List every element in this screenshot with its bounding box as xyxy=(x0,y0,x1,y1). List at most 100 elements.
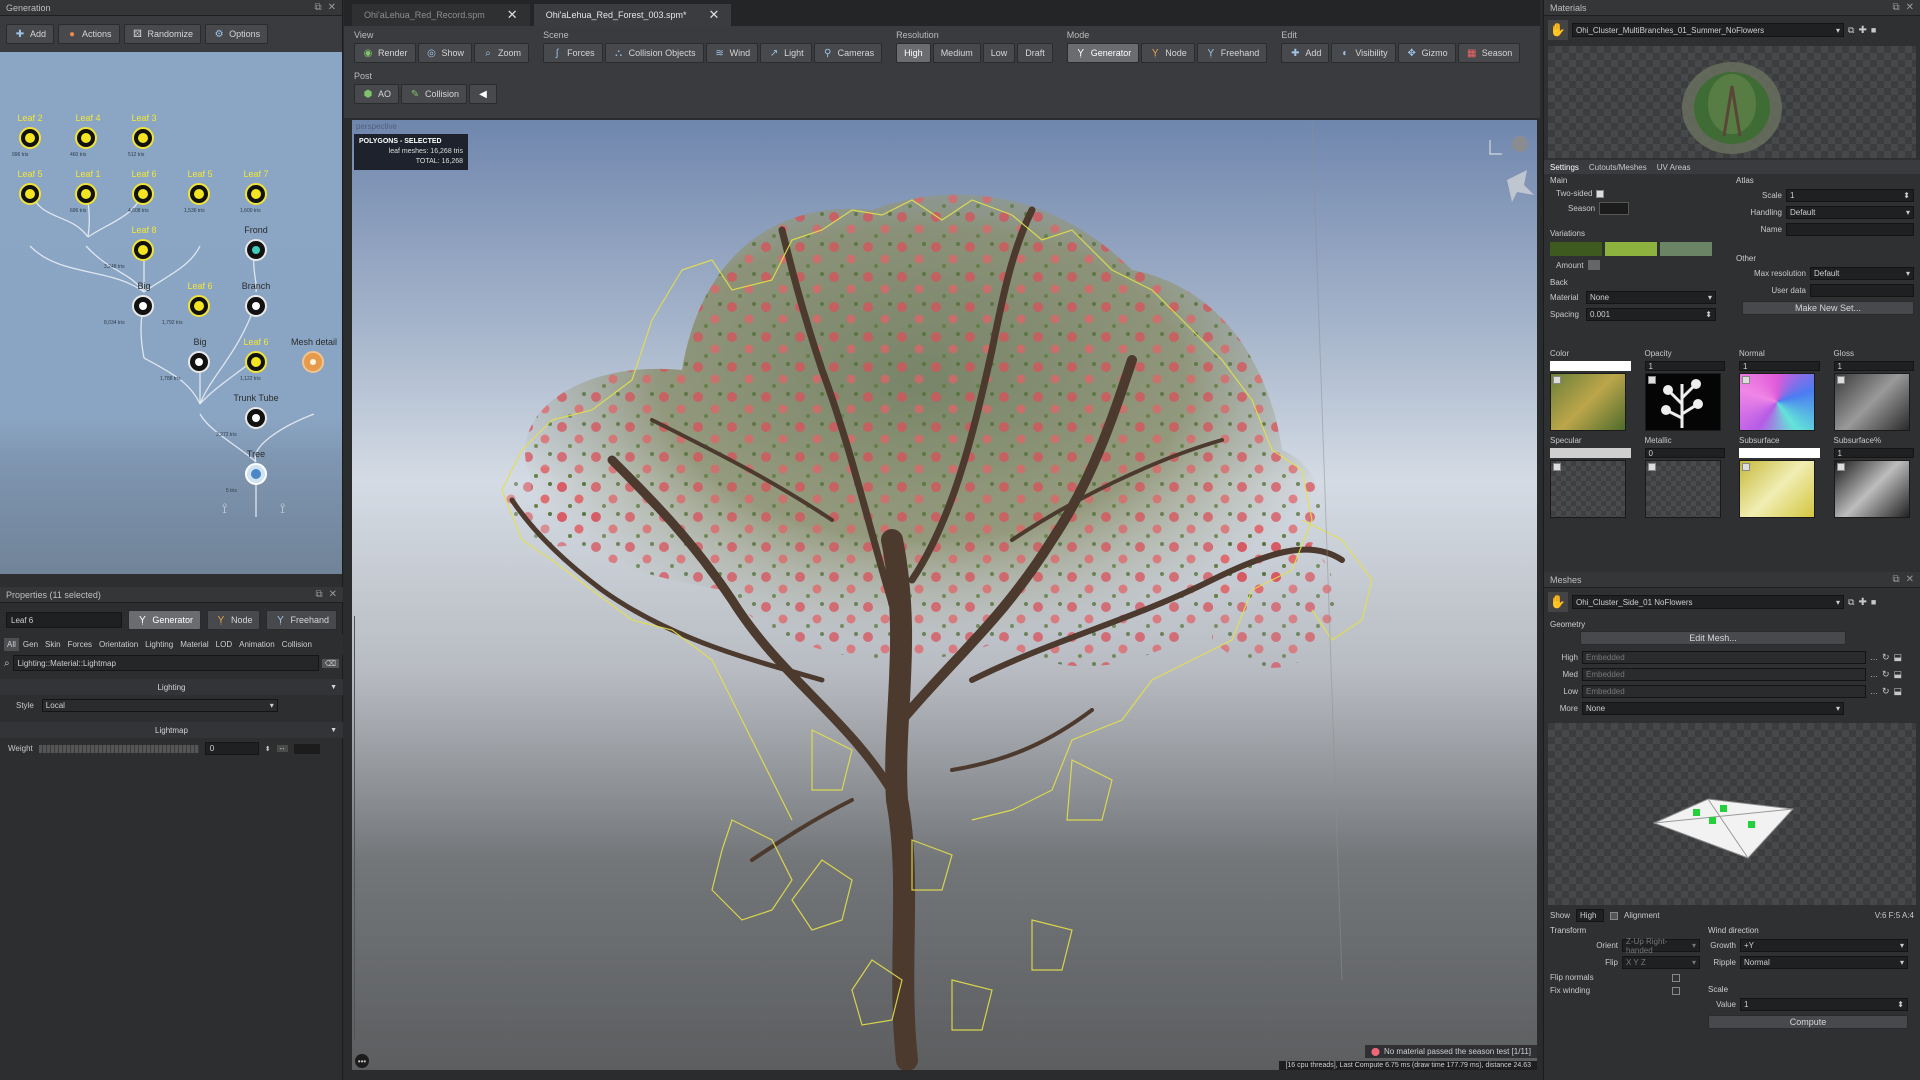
opacity-map-texture[interactable] xyxy=(1644,373,1721,431)
float-icon[interactable]: ⧉ xyxy=(315,589,322,600)
show-select[interactable]: High xyxy=(1576,909,1605,922)
3d-viewport[interactable]: perspective POLYGONS - SELECTED leaf mes… xyxy=(352,120,1537,1070)
normal-map-texture[interactable] xyxy=(1739,373,1815,431)
variation-swatch-2[interactable] xyxy=(1605,242,1657,256)
node-mesh-detail[interactable] xyxy=(302,351,324,373)
tab-uv-areas[interactable]: UV Areas xyxy=(1657,163,1691,172)
node-leaf-8[interactable] xyxy=(132,239,154,261)
copy-icon[interactable]: ⧉ xyxy=(1848,597,1854,608)
lighting-section-header[interactable]: Lighting ▼ xyxy=(0,679,343,695)
resolution-high-button[interactable]: High xyxy=(896,43,931,63)
node-leaf-6c[interactable] xyxy=(245,351,267,373)
generator-button[interactable]: Ỵ Generator xyxy=(1066,43,1140,63)
property-search-input[interactable]: Lighting::Material::Lightmap xyxy=(12,655,319,671)
freehand-button[interactable]: Ỵ Freehand xyxy=(1196,43,1268,63)
mesh-preview[interactable] xyxy=(1548,723,1916,905)
light-button[interactable]: ↗ Light xyxy=(760,43,812,63)
mesh-options-icon[interactable]: ⬓ xyxy=(1894,686,1903,697)
clear-search-icon[interactable]: ⌫ xyxy=(321,658,339,668)
node-leaf-3[interactable] xyxy=(132,127,154,149)
material-select[interactable]: Ohi_Cluster_MultiBranches_01_Summer_NoFl… xyxy=(1572,23,1844,37)
subsurface-map-texture[interactable] xyxy=(1739,460,1815,518)
close-icon[interactable]: ✕ xyxy=(1906,574,1914,585)
close-icon[interactable]: ✕ xyxy=(507,7,518,23)
specular-swatch[interactable] xyxy=(1550,448,1631,458)
tab-lod[interactable]: LOD xyxy=(213,638,235,651)
stepper-icon[interactable]: ⬍ xyxy=(265,745,271,753)
style-select[interactable]: Local ▾ xyxy=(41,699,278,712)
mesh-options-icon[interactable]: ⬓ xyxy=(1894,669,1903,680)
map-enabled-checkbox[interactable] xyxy=(1647,376,1656,384)
node-leaf-1[interactable] xyxy=(75,183,97,205)
node-leaf-5b[interactable] xyxy=(188,183,210,205)
map-enabled-checkbox[interactable] xyxy=(1836,376,1845,384)
tab-forces[interactable]: Forces xyxy=(65,638,95,651)
map-enabled-checkbox[interactable] xyxy=(1742,463,1750,471)
weight-slider[interactable] xyxy=(38,744,199,753)
collision-objects-button[interactable]: ⛬ Collision Objects xyxy=(604,43,704,63)
wind-button[interactable]: ≋ Wind xyxy=(705,43,759,63)
spacing-input[interactable]: 0.001 ⬍ xyxy=(1586,308,1716,321)
show-button[interactable]: ◎ Show xyxy=(417,43,473,63)
map-enabled-checkbox[interactable] xyxy=(1647,463,1656,471)
more-icon[interactable]: … xyxy=(1870,670,1878,679)
tab-skin[interactable]: Skin xyxy=(42,638,64,651)
generator-mode-button[interactable]: Ỵ Generator xyxy=(128,610,201,630)
color-map-texture[interactable] xyxy=(1550,373,1626,431)
more-icon[interactable]: … xyxy=(1870,653,1878,662)
season-button[interactable]: ▦ Season xyxy=(1457,43,1521,63)
lod-low-field[interactable]: Embedded xyxy=(1582,685,1866,698)
tab-gen[interactable]: Gen xyxy=(20,638,41,651)
node-leaf-5[interactable] xyxy=(19,183,41,205)
subsurface-percent-map-texture[interactable] xyxy=(1833,460,1910,518)
close-icon[interactable]: ✕ xyxy=(709,7,720,23)
amount-slider[interactable] xyxy=(1587,260,1600,270)
subsurface-swatch[interactable] xyxy=(1739,448,1820,458)
refresh-icon[interactable]: ↻ xyxy=(1882,652,1890,663)
edit-add-button[interactable]: ✚ Add xyxy=(1281,43,1330,63)
compute-button[interactable]: Compute xyxy=(1708,1015,1908,1029)
back-material-select[interactable]: None ▾ xyxy=(1586,291,1716,304)
tab-lighting[interactable]: Lighting xyxy=(142,638,176,651)
ripple-select[interactable]: Normal ▾ xyxy=(1740,956,1908,969)
node-leaf-6b[interactable] xyxy=(188,295,210,317)
map-enabled-checkbox[interactable] xyxy=(1553,463,1561,471)
node-tree[interactable] xyxy=(245,463,267,485)
atlas-name-input[interactable] xyxy=(1786,223,1914,236)
map-color-swatch[interactable] xyxy=(1550,361,1631,371)
refresh-icon[interactable]: ↻ xyxy=(1882,669,1890,680)
scale-value-input[interactable]: 1 ⬍ xyxy=(1740,998,1908,1011)
node-button[interactable]: Ỵ Node xyxy=(1141,43,1195,63)
tab-settings[interactable]: Settings xyxy=(1550,163,1579,172)
zoom-button[interactable]: ⌕ Zoom xyxy=(474,43,530,63)
node-branch[interactable] xyxy=(245,295,267,317)
node-trunk-tube[interactable] xyxy=(245,407,267,429)
add-button[interactable]: ✚ Add xyxy=(6,24,55,44)
season-curve[interactable] xyxy=(1599,202,1630,215)
metallic-input[interactable]: 0 xyxy=(1644,448,1725,458)
plus-icon[interactable]: ✚ xyxy=(1858,25,1866,36)
tab-animation[interactable]: Animation xyxy=(236,638,278,651)
actions-button[interactable]: ● Actions xyxy=(58,24,120,44)
more-icon[interactable]: … xyxy=(1870,687,1878,696)
lod-high-field[interactable]: Embedded xyxy=(1582,651,1866,664)
node-leaf-4[interactable] xyxy=(75,127,97,149)
copy-icon[interactable]: ⧉ xyxy=(1848,25,1854,36)
node-leaf-2[interactable] xyxy=(19,127,41,149)
variation-swatch-1[interactable] xyxy=(1550,242,1602,256)
gloss-input[interactable]: 1 xyxy=(1833,361,1914,371)
randomize-button[interactable]: ⚄ Randomize xyxy=(123,24,202,44)
options-button[interactable]: ⚙ Options xyxy=(205,24,269,44)
tab-all[interactable]: All xyxy=(4,638,19,651)
tab-record[interactable]: Ohi'aLehua_Red_Record.spm ✕ xyxy=(352,4,530,26)
name-field[interactable]: Leaf 6 xyxy=(6,612,123,628)
forces-button[interactable]: ∫ Forces xyxy=(543,43,603,63)
float-icon[interactable]: ⧉ xyxy=(1892,2,1899,13)
hand-icon[interactable]: ✋ xyxy=(1548,592,1568,612)
close-icon[interactable]: ✕ xyxy=(1906,2,1914,13)
plus-icon[interactable]: ✚ xyxy=(1858,597,1866,608)
lightmap-section-header[interactable]: Lightmap ▼ xyxy=(0,722,343,738)
node-leaf-7[interactable] xyxy=(245,183,267,205)
mesh-options-icon[interactable]: ⬓ xyxy=(1894,652,1903,663)
atlas-scale-input[interactable]: 1 ⬍ xyxy=(1786,189,1914,202)
